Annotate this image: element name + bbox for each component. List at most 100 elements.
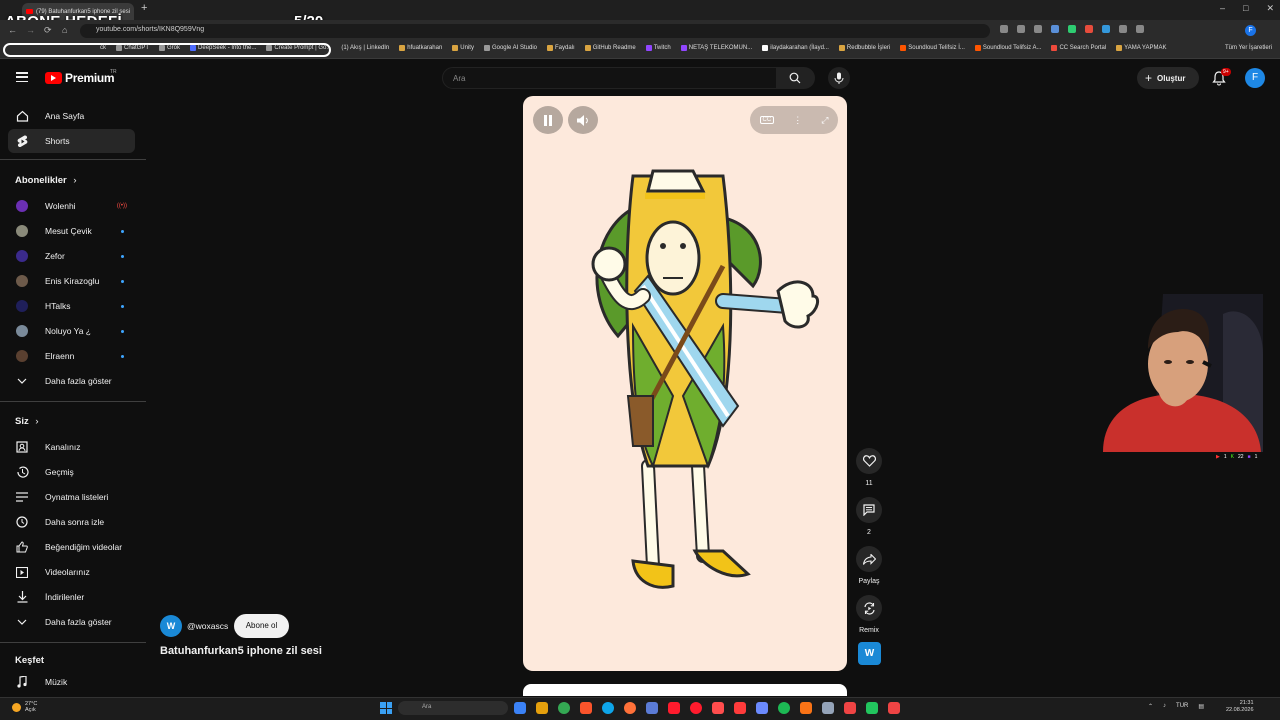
opera-icon[interactable] [690,702,702,714]
yandex-icon[interactable] [734,702,746,714]
channel-thumbnail[interactable]: W [858,642,881,665]
short-title[interactable]: Batuhanfurkan5 iphone zil sesi [160,645,322,657]
voice-search-button[interactable] [828,67,850,89]
bookmark-item[interactable]: GitHub Readme [584,45,636,51]
file-explorer-icon[interactable] [536,702,548,714]
create-button[interactable]: + Oluştur [1137,67,1199,89]
captions-button[interactable]: CC [759,116,775,124]
spotify-icon[interactable] [778,702,790,714]
bookmark-item[interactable]: Soundloud Telifsiz A... [974,45,1041,51]
extension-icon[interactable] [1102,25,1110,33]
sidebar-item-subscription[interactable]: HTalks [8,294,135,318]
windows-start-icon[interactable] [380,702,392,714]
fullscreen-icon[interactable]: ⤢ [821,115,828,126]
sidebar-item-shorts[interactable]: Shorts [8,129,135,153]
microphone-tray-icon[interactable]: ♪ [1163,703,1166,710]
sidebar-item-subscription[interactable]: Wolenhi ((•)) [8,194,135,218]
sidebar-item-your-channel[interactable]: Kanalınız [8,435,135,459]
share-button[interactable] [856,546,882,572]
menu-icon[interactable] [16,72,28,82]
firefox-icon[interactable] [624,702,636,714]
bookmark-item[interactable]: ChatGPT [116,45,149,51]
bookmark-item[interactable]: YAMA YAPMAK [1116,45,1167,51]
sidebar-item-your-videos[interactable]: Videolarınız [8,560,135,584]
weather-widget[interactable]: 27°C Açık [12,701,37,713]
app-icon[interactable] [888,702,900,714]
app-icon[interactable] [800,702,812,714]
browser-profile-avatar[interactable]: F [1245,25,1256,36]
account-avatar[interactable]: F [1245,68,1265,88]
like-button[interactable] [856,448,882,474]
search-app-icon[interactable] [514,702,526,714]
bookmark-item[interactable]: DeepSeek - Into the... [190,45,256,51]
app-icon[interactable] [756,702,768,714]
more-options-icon[interactable]: ⋮ [793,115,802,126]
app-icon[interactable] [646,702,658,714]
remix-button[interactable] [856,595,882,621]
you-heading[interactable]: Siz › [15,416,39,427]
sidebar-item-subscription[interactable]: Mesut Çevik [8,219,135,243]
shorts-video-player[interactable]: CC ⋮ ⤢ [523,96,847,671]
pause-button[interactable] [533,106,563,134]
opera-gx-icon[interactable] [712,702,724,714]
sidebar-icon[interactable] [1136,25,1144,33]
brave-icon[interactable] [580,702,592,714]
sidebar-item-subscription[interactable]: Noluyo Ya ¿ [8,319,135,343]
taskbar-clock[interactable]: 21:31 22.08.2026 [1226,700,1254,714]
bookmark-item[interactable]: hfuatkarahan [399,45,442,51]
edge-icon[interactable] [602,702,614,714]
sidebar-item-watch-later[interactable]: Daha sonra izle [8,510,135,534]
comments-button[interactable] [856,497,882,523]
install-icon[interactable] [1017,25,1025,33]
sidebar-item-history[interactable]: Geçmiş [8,460,135,484]
sidebar-item-home[interactable]: Ana Sayfa [8,104,135,128]
sidebar-show-more-you[interactable]: Daha fazla göster [8,610,135,634]
bookmark-item[interactable]: CC Search Portal [1051,45,1106,51]
search-button[interactable] [777,67,815,89]
bookmark-item[interactable]: ilaydakarahan (İlayd... [762,45,829,51]
app-icon[interactable] [844,702,856,714]
vivaldi-icon[interactable] [668,702,680,714]
bookmark-item[interactable]: ck [100,45,106,51]
url-field[interactable]: youtube.com/shorts/IKN8Q959Vng [80,24,990,38]
sidebar-show-more-subscriptions[interactable]: Daha fazla göster [8,369,135,393]
sidebar-item-music[interactable]: Müzik [8,670,135,694]
extension-icon[interactable] [1085,25,1093,33]
bookmark-item[interactable]: Google AI Studio [483,45,537,51]
bookmark-item[interactable]: Faydalı [547,45,575,51]
search-input[interactable]: Ara [442,67,777,89]
channel-handle[interactable]: @woxascs [187,621,228,631]
maximize-icon[interactable]: □ [1243,3,1248,14]
sidebar-item-subscription[interactable]: Elraenn [8,344,135,368]
youtube-logo[interactable]: Premium [45,71,115,85]
bookmark-item[interactable]: Create Prompt | Go... [266,45,331,51]
sidebar-item-subscription[interactable]: Enis Kirazoglu [8,269,135,293]
star-icon[interactable] [1034,25,1042,33]
app-icon[interactable] [822,702,834,714]
bookmark-item[interactable]: Redbubble İşleri [838,45,890,51]
bookmark-item[interactable]: Unity [452,45,474,51]
new-tab-icon[interactable]: + [141,2,147,14]
extensions-puzzle-icon[interactable] [1119,25,1127,33]
sidebar-item-playlists[interactable]: Oynatma listeleri [8,485,135,509]
reload-icon[interactable]: ⟳ [44,25,52,36]
chevron-up-icon[interactable]: ⌃ [1148,703,1153,710]
subscribe-button[interactable]: Abone ol [234,614,289,638]
app-icon[interactable] [866,702,878,714]
zoom-icon[interactable] [1000,25,1008,33]
all-bookmarks[interactable]: Tüm Yer İşaretleri [1225,45,1272,51]
language-indicator[interactable]: TUR [1176,703,1188,710]
network-icon[interactable]: ▤ [1198,703,1204,710]
chrome-icon[interactable] [558,702,570,714]
close-icon[interactable]: ✕ [1266,3,1274,14]
bookmark-item[interactable]: Soundloud Telifsiz İ... [900,45,965,51]
taskbar-search[interactable]: Ara [398,701,508,715]
back-icon[interactable]: ← [8,25,17,35]
volume-button[interactable] [568,106,598,134]
subscriptions-heading[interactable]: Abonelikler › [15,175,77,186]
extension-icon[interactable] [1051,25,1059,33]
bookmark-item[interactable]: Twitch [645,45,671,51]
minimize-icon[interactable]: – [1220,3,1225,14]
sidebar-item-downloads[interactable]: İndirilenler [8,585,135,609]
bookmark-item[interactable]: Grok [159,45,180,51]
